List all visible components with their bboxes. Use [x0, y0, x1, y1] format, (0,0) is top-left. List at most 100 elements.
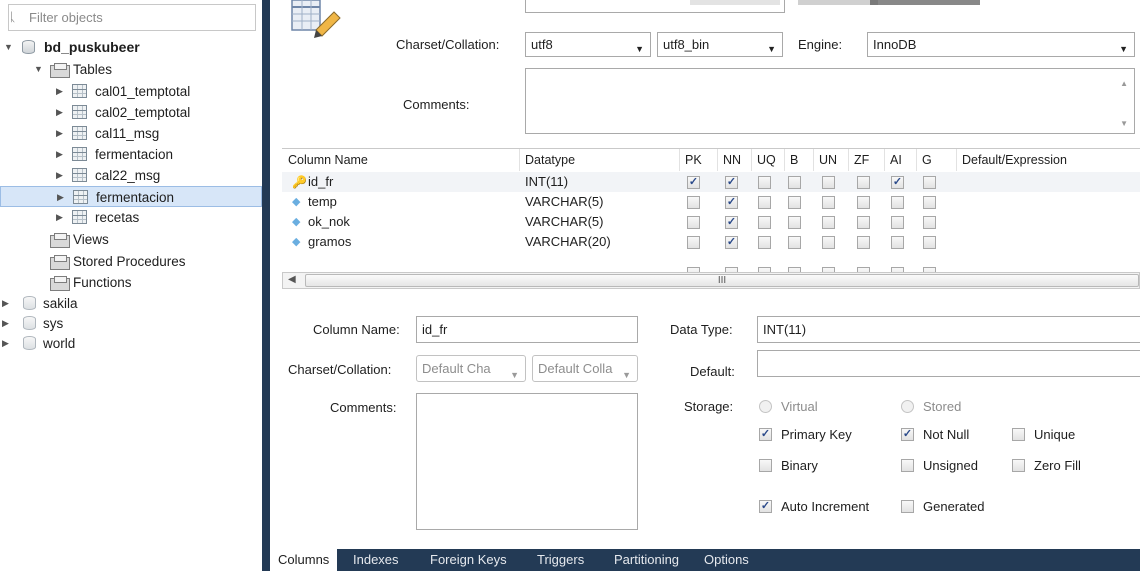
data-type-field[interactable]: INT(11): [757, 316, 1140, 343]
flag-checkbox[interactable]: ✓: [725, 176, 738, 189]
column-header[interactable]: G: [922, 149, 932, 171]
stored-procedures-node[interactable]: Stored Procedures: [0, 251, 262, 272]
collation-select[interactable]: utf8_bin ▼: [657, 32, 783, 57]
flag-checkbox[interactable]: ✓: [687, 176, 700, 189]
flag-checkbox[interactable]: [788, 216, 801, 229]
charset-select[interactable]: utf8 ▼: [525, 32, 651, 57]
schema-node-bd-puskubeer[interactable]: ▼ bd_puskubeer: [0, 37, 262, 58]
flag-checkbox[interactable]: ✓: [725, 196, 738, 209]
tab-options[interactable]: Options: [696, 549, 757, 571]
column-header[interactable]: UQ: [757, 149, 776, 171]
tab-indexes[interactable]: Indexes: [345, 549, 407, 571]
column-header[interactable]: NN: [723, 149, 741, 171]
flag-checkbox[interactable]: ✓: [725, 216, 738, 229]
scroll-thumb[interactable]: III: [305, 274, 1139, 287]
expand-down-icon[interactable]: ▼: [4, 37, 13, 58]
flag-checkbox[interactable]: [891, 196, 904, 209]
panel-divider[interactable]: [262, 0, 270, 571]
column-header[interactable]: B: [790, 149, 798, 171]
column-header[interactable]: Datatype: [525, 149, 575, 171]
generated-checkbox[interactable]: Generated: [901, 499, 1026, 515]
expand-right-icon[interactable]: ▶: [56, 207, 63, 228]
expand-right-icon[interactable]: ▶: [2, 293, 9, 314]
flag-checkbox[interactable]: [923, 196, 936, 209]
datatype-cell[interactable]: INT(11): [525, 172, 568, 192]
expand-right-icon[interactable]: ▶: [56, 81, 63, 102]
primary-key-checkbox[interactable]: ✓ Primary Key: [759, 427, 884, 443]
table-node[interactable]: ▶ cal22_msg: [0, 165, 262, 186]
scroll-up-icon[interactable]: ▲: [1120, 79, 1128, 88]
column-comments-textarea[interactable]: [416, 393, 638, 530]
flag-checkbox[interactable]: [822, 236, 835, 249]
column-header[interactable]: ZF: [854, 149, 869, 171]
virtual-radio[interactable]: Virtual: [759, 399, 869, 415]
engine-select[interactable]: InnoDB ▼: [867, 32, 1135, 57]
column-collation-select[interactable]: Default Colla ▼: [532, 355, 638, 382]
flag-checkbox[interactable]: [758, 196, 771, 209]
flag-checkbox[interactable]: [687, 236, 700, 249]
unique-checkbox[interactable]: Unique: [1012, 427, 1137, 443]
table-node[interactable]: ▶ cal02_temptotal: [0, 102, 262, 123]
tab-foreign-keys[interactable]: Foreign Keys: [422, 549, 515, 571]
binary-checkbox[interactable]: Binary: [759, 458, 884, 474]
grid-row[interactable]: 🔑 id_fr INT(11) ✓ ✓ ✓: [282, 172, 1140, 192]
flag-checkbox[interactable]: [687, 216, 700, 229]
datatype-cell[interactable]: VARCHAR(20): [525, 232, 611, 252]
column-name-cell[interactable]: ok_nok: [308, 212, 350, 232]
flag-checkbox[interactable]: [891, 216, 904, 229]
column-header[interactable]: Default/Expression: [962, 149, 1067, 171]
schema-node[interactable]: ▶ sys: [0, 313, 262, 334]
column-header[interactable]: UN: [819, 149, 837, 171]
column-name-cell[interactable]: temp: [308, 192, 337, 212]
not-null-checkbox[interactable]: ✓ Not Null: [901, 427, 1026, 443]
table-node[interactable]: ▶ fermentacion: [0, 144, 262, 165]
flag-checkbox[interactable]: [857, 216, 870, 229]
flag-checkbox[interactable]: [822, 176, 835, 189]
grid-row[interactable]: ◆ temp VARCHAR(5) ✓: [282, 192, 1140, 212]
zero-fill-checkbox[interactable]: Zero Fill: [1012, 458, 1137, 474]
table-node[interactable]: ▶ recetas: [0, 207, 262, 228]
flag-checkbox[interactable]: [857, 176, 870, 189]
auto-increment-checkbox[interactable]: ✓ Auto Increment: [759, 499, 884, 515]
table-node[interactable]: ▶ cal11_msg: [0, 123, 262, 144]
flag-checkbox[interactable]: [758, 216, 771, 229]
datatype-cell[interactable]: VARCHAR(5): [525, 212, 604, 232]
flag-checkbox[interactable]: [788, 176, 801, 189]
flag-checkbox[interactable]: [923, 236, 936, 249]
expand-right-icon[interactable]: ▶: [56, 102, 63, 123]
expand-right-icon[interactable]: ▶: [2, 333, 9, 354]
flag-checkbox[interactable]: [891, 236, 904, 249]
column-name-cell[interactable]: id_fr: [308, 172, 333, 192]
flag-checkbox[interactable]: ✓: [891, 176, 904, 189]
grid-row[interactable]: ◆ gramos VARCHAR(20) ✓: [282, 232, 1140, 252]
flag-checkbox[interactable]: [788, 236, 801, 249]
schema-node[interactable]: ▶ sakila: [0, 293, 262, 314]
table-comments-textarea[interactable]: ▲ ▼: [525, 68, 1135, 134]
column-name-cell[interactable]: gramos: [308, 232, 351, 252]
column-header[interactable]: Column Name: [288, 149, 368, 171]
flag-checkbox[interactable]: ✓: [725, 236, 738, 249]
table-node[interactable]: ▶ fermentacion: [0, 186, 262, 207]
functions-node[interactable]: Functions: [0, 272, 262, 293]
tab-partitioning[interactable]: Partitioning: [606, 549, 687, 571]
flag-checkbox[interactable]: [923, 176, 936, 189]
flag-checkbox[interactable]: [923, 216, 936, 229]
scroll-left-icon[interactable]: ◀: [288, 274, 296, 285]
filter-objects-input[interactable]: ᚳ Filter objects: [8, 4, 256, 31]
stored-radio[interactable]: Stored: [901, 399, 1011, 415]
tables-node[interactable]: ▼ Tables: [0, 59, 262, 80]
flag-checkbox[interactable]: [857, 236, 870, 249]
expand-right-icon[interactable]: ▶: [56, 123, 63, 144]
expand-right-icon[interactable]: ▶: [56, 165, 63, 186]
flag-checkbox[interactable]: [822, 196, 835, 209]
flag-checkbox[interactable]: [822, 216, 835, 229]
schema-node[interactable]: ▶ world: [0, 333, 262, 354]
tab-triggers[interactable]: Triggers: [529, 549, 592, 571]
tab-columns[interactable]: Columns: [270, 549, 338, 571]
grid-row[interactable]: ◆ ok_nok VARCHAR(5) ✓: [282, 212, 1140, 232]
flag-checkbox[interactable]: [758, 176, 771, 189]
flag-checkbox[interactable]: [857, 196, 870, 209]
expand-right-icon[interactable]: ▶: [2, 313, 9, 334]
expand-down-icon[interactable]: ▼: [34, 59, 43, 80]
default-field[interactable]: [757, 350, 1140, 377]
